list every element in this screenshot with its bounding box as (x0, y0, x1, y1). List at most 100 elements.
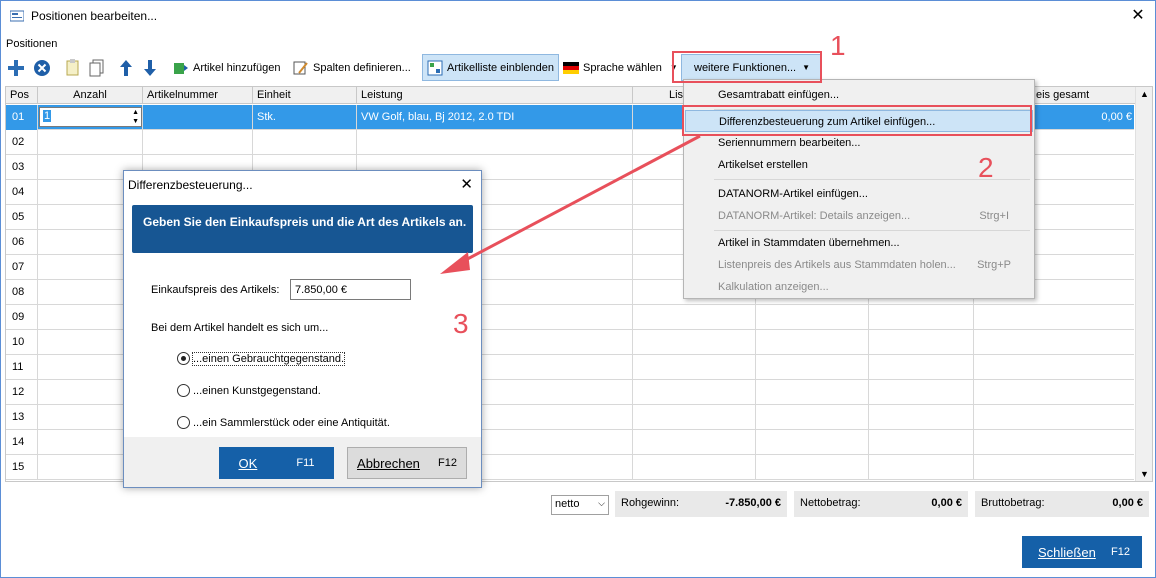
row-number: 09 (6, 305, 38, 330)
col-header-artikelnummer[interactable]: Artikelnummer (143, 87, 253, 104)
col-header-pos[interactable]: Pos (6, 87, 38, 104)
row-number: 06 (6, 230, 38, 255)
col-header-leistung[interactable]: Leistung (357, 87, 633, 104)
ok-label: OK (238, 455, 258, 471)
question-label: Bei dem Artikel handelt es sich um... (151, 322, 329, 334)
col-header-einheit[interactable]: Einheit (253, 87, 357, 104)
column-divider (252, 130, 253, 155)
stepper-arrows-icon[interactable]: ▲ ▼ (132, 108, 139, 126)
column-divider (755, 330, 756, 355)
column-divider (973, 405, 974, 430)
add-article-label: Artikel hinzufügen (193, 61, 281, 74)
cancel-label: Abbrechen (357, 455, 420, 471)
scroll-down-icon[interactable]: ▼ (1140, 469, 1149, 479)
cancel-button[interactable]: Abbrechen F12 (347, 447, 467, 479)
column-divider (868, 430, 869, 455)
nettobetrag-box: Nettobetrag: 0,00 € (794, 491, 968, 517)
ok-button[interactable]: OK F11 (219, 447, 334, 479)
menu-separator (714, 230, 1030, 231)
tax-mode-value: netto (555, 498, 580, 510)
arrow-down-icon[interactable] (143, 54, 157, 81)
article-list-button[interactable]: Artikelliste einblenden (422, 54, 560, 81)
menu-item-datanorm-einfuegen[interactable]: DATANORM-Artikel einfügen... (685, 183, 1033, 205)
col-header-listenpreis[interactable]: List (633, 87, 686, 104)
column-divider (973, 305, 974, 330)
close-button-shortcut: F12 (1111, 546, 1130, 558)
column-divider (632, 130, 633, 155)
menu-item-gesamtrabatt[interactable]: Gesamtrabatt einfügen... (685, 84, 1033, 106)
radio-label-gebrauchtgegenstand: ...einen Gebrauchtgegenstand. (191, 351, 346, 366)
radio-selected-icon (177, 352, 190, 365)
vertical-scrollbar[interactable]: ▲ ▼ (1135, 87, 1152, 481)
delete-row-icon[interactable] (33, 54, 51, 81)
row-number: 14 (6, 430, 38, 455)
window-close-button[interactable]: ✕ (1127, 5, 1149, 27)
quantity-stepper[interactable]: 1 ▲ ▼ (39, 107, 142, 127)
article-list-label: Artikelliste einblenden (447, 61, 555, 74)
section-label: Positionen (6, 38, 58, 50)
column-divider (632, 105, 633, 130)
column-divider (632, 230, 633, 255)
column-divider (868, 380, 869, 405)
close-dialog-button[interactable]: Schließen F12 (1022, 536, 1142, 568)
paste-icon[interactable] (65, 54, 81, 81)
column-divider (868, 330, 869, 355)
radio-unselected-icon (177, 416, 190, 429)
window-title: Positionen bearbeiten... (31, 9, 158, 23)
annotation-number-3: 3 (453, 308, 469, 339)
column-divider (868, 305, 869, 330)
row-number: 05 (6, 205, 38, 230)
column-divider (632, 155, 633, 180)
dialog-banner: Geben Sie den Einkaufspreis und die Art … (132, 205, 473, 253)
menu-item-stammdaten-uebernehmen[interactable]: Artikel in Stammdaten übernehmen... (685, 232, 1033, 254)
menu-item-listenpreis-label: Listenpreis des Artikels aus Stammdaten … (718, 259, 956, 271)
price-input[interactable] (290, 279, 411, 300)
menu-item-datanorm-details-shortcut: Strg+I (979, 210, 1009, 222)
add-article-button[interactable]: Artikel hinzufügen (173, 54, 280, 81)
rohgewinn-box: Rohgewinn: -7.850,00 € (615, 491, 787, 517)
app-icon (10, 10, 24, 22)
column-divider (632, 455, 633, 480)
define-columns-label: Spalten definieren... (313, 61, 411, 74)
article-list-icon (427, 60, 443, 75)
scroll-up-icon[interactable]: ▲ (1140, 89, 1149, 99)
radio-gebrauchtgegenstand[interactable]: ...einen Gebrauchtgegenstand. (177, 351, 346, 366)
cell-einheit[interactable]: Stk. (253, 105, 276, 130)
menu-item-datanorm-details[interactable]: DATANORM-Artikel: Details anzeigen... St… (685, 205, 1033, 227)
row-number: 02 (6, 130, 38, 155)
quantity-value: 1 (43, 110, 52, 122)
row-number: 13 (6, 405, 38, 430)
summary-bar: netto ⌵ Rohgewinn: -7.850,00 € Nettobetr… (1, 491, 1155, 521)
define-columns-button[interactable]: Spalten definieren... (293, 54, 411, 81)
language-button[interactable]: Sprache wählen ▼ (563, 54, 678, 81)
tax-mode-select[interactable]: netto ⌵ (551, 495, 609, 515)
dialog-close-icon[interactable]: ✕ (460, 175, 473, 193)
cell-preis-gesamt[interactable]: 0,00 € (1076, 105, 1132, 130)
row-number: 04 (6, 180, 38, 205)
menu-item-listenpreis-holen[interactable]: Listenpreis des Artikels aus Stammdaten … (685, 254, 1033, 276)
copy-icon[interactable] (89, 54, 105, 81)
column-divider (973, 380, 974, 405)
row-number: 07 (6, 255, 38, 280)
radio-sammlerstueck[interactable]: ...ein Sammlerstück oder eine Antiquität… (177, 416, 390, 429)
bruttobetrag-box: Bruttobetrag: 0,00 € (975, 491, 1149, 517)
annotation-box-more-functions (672, 51, 822, 83)
column-divider (632, 280, 633, 305)
row-number: 01 (6, 105, 38, 130)
dialog-footer: OK F11 Abbrechen F12 (124, 437, 481, 487)
menu-item-listenpreis-shortcut: Strg+P (977, 259, 1011, 271)
column-divider (632, 330, 633, 355)
column-divider (632, 255, 633, 280)
cell-leistung[interactable]: VW Golf, blau, Bj 2012, 2.0 TDI (357, 105, 514, 130)
arrow-up-icon[interactable] (119, 54, 133, 81)
column-divider (632, 380, 633, 405)
column-divider (755, 355, 756, 380)
column-divider (755, 455, 756, 480)
title-bar: Positionen bearbeiten... ✕ (1, 1, 1155, 32)
menu-item-kalkulation[interactable]: Kalkulation anzeigen... (685, 276, 1033, 298)
col-header-anzahl[interactable]: Anzahl (38, 87, 143, 104)
column-divider (632, 405, 633, 430)
radio-kunstgegenstand[interactable]: ...einen Kunstgegenstand. (177, 384, 321, 397)
column-divider (632, 180, 633, 205)
add-row-icon[interactable] (7, 54, 25, 81)
